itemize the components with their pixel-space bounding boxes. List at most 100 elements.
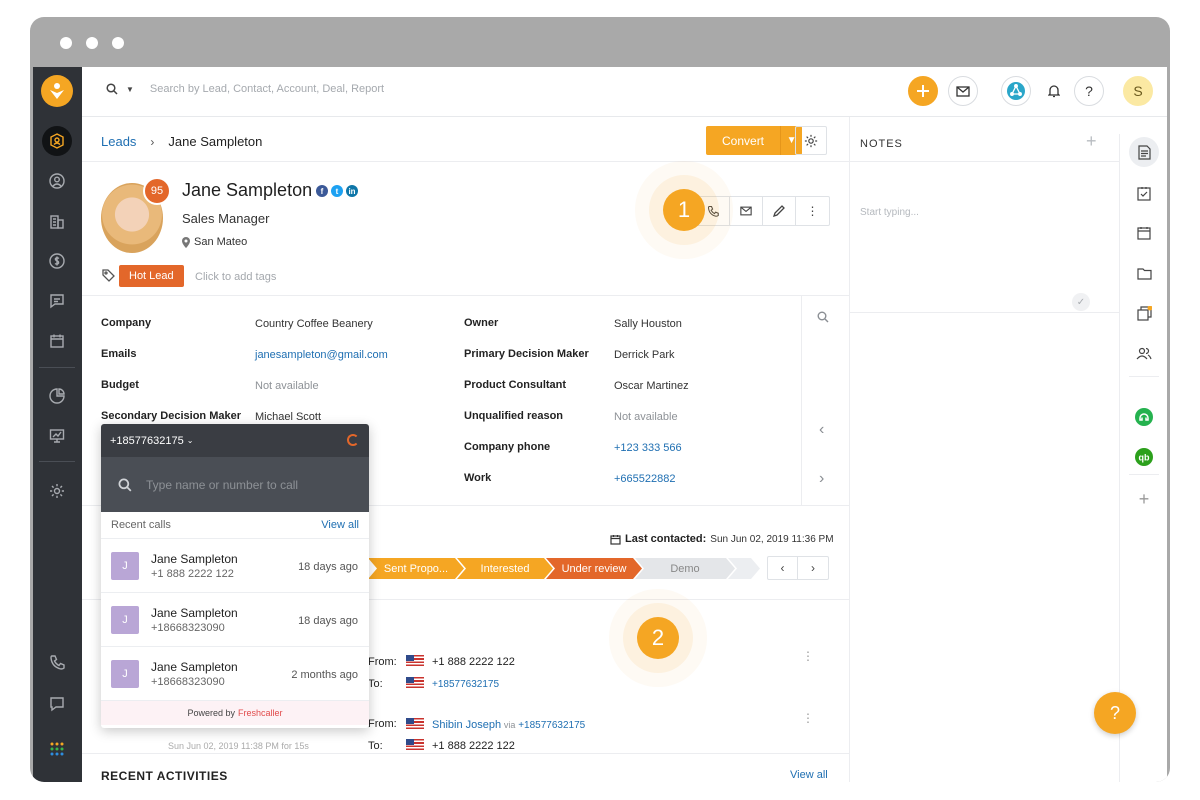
chevron-right-icon[interactable]: › bbox=[819, 470, 824, 488]
leads-nav-icon[interactable] bbox=[42, 126, 72, 156]
add-tags-input[interactable]: Click to add tags bbox=[195, 271, 276, 283]
lead-settings-button[interactable] bbox=[795, 126, 827, 155]
add-note-icon[interactable]: + bbox=[1086, 131, 1097, 152]
save-note-check-icon[interactable]: ✓ bbox=[1072, 293, 1090, 311]
analytics-nav-icon[interactable] bbox=[42, 421, 72, 451]
pipeline-stage[interactable]: Demo bbox=[635, 558, 735, 579]
breadcrumb-current: Jane Sampleton bbox=[168, 134, 263, 149]
search-input[interactable]: Search by Lead, Contact, Account, Deal, … bbox=[150, 83, 384, 95]
tour-step-2-badge[interactable]: 2 bbox=[637, 617, 679, 659]
last-contacted: Last contacted: Sun Jun 02, 2019 11:36 P… bbox=[610, 533, 834, 545]
conversations-nav-icon[interactable] bbox=[42, 286, 72, 316]
pipeline-prev-icon[interactable]: ‹ bbox=[768, 557, 798, 579]
field-value-email[interactable]: janesampleton@gmail.com bbox=[255, 349, 388, 361]
recent-call-item[interactable]: J Jane Sampleton +18668323090 18 days ago bbox=[101, 593, 369, 647]
chevron-left-icon[interactable]: ‹ bbox=[819, 421, 824, 439]
integrations-button[interactable] bbox=[1001, 76, 1031, 106]
apps-grid-icon[interactable] bbox=[42, 734, 72, 764]
field-value-primary-decision-maker[interactable]: Derrick Park bbox=[614, 349, 675, 361]
deals-nav-icon[interactable] bbox=[42, 246, 72, 276]
notes-input[interactable]: Start typing... bbox=[860, 207, 919, 218]
recent-calls-header: Recent calls View all bbox=[101, 512, 369, 539]
recent-calls-view-all-link[interactable]: View all bbox=[321, 519, 359, 531]
contact-avatar: J bbox=[111, 659, 139, 688]
accounts-nav-icon[interactable] bbox=[42, 206, 72, 236]
notifications-button[interactable] bbox=[1039, 76, 1069, 106]
appointments-tab-icon[interactable] bbox=[1133, 222, 1155, 244]
calendar-nav-icon[interactable] bbox=[42, 326, 72, 356]
email-button[interactable] bbox=[948, 76, 978, 106]
call-log-more-icon[interactable]: ⋮ bbox=[802, 649, 814, 663]
freshcaller-link[interactable]: Freshcaller bbox=[238, 708, 283, 718]
phone-icon bbox=[707, 205, 719, 217]
facebook-icon[interactable]: f bbox=[316, 185, 328, 197]
chevron-down-icon[interactable]: ⌄ bbox=[187, 436, 194, 445]
help-button[interactable]: ? bbox=[1074, 76, 1104, 106]
settings-nav-icon[interactable] bbox=[42, 476, 72, 506]
lead-job-title: Sales Manager bbox=[182, 211, 270, 226]
recent-call-item[interactable]: J Jane Sampleton +1 888 2222 122 18 days … bbox=[101, 539, 369, 593]
field-value-unqualified-reason[interactable]: Not available bbox=[614, 411, 678, 423]
lead-action-bar: ⋮ bbox=[696, 196, 830, 226]
search-icon bbox=[118, 478, 132, 491]
field-value-company-phone[interactable]: +123 333 566 bbox=[614, 442, 682, 454]
app-logo-icon[interactable] bbox=[41, 75, 73, 107]
send-email-button[interactable] bbox=[730, 197, 763, 225]
window-controls bbox=[60, 37, 124, 49]
field-label: Product Consultant bbox=[464, 379, 567, 391]
field-value-secondary-decision-maker[interactable]: Michael Scott bbox=[255, 411, 321, 423]
chat-nav-icon[interactable] bbox=[42, 689, 72, 719]
recent-call-item[interactable]: J Jane Sampleton +18668323090 2 months ag… bbox=[101, 647, 369, 701]
field-label: Company phone bbox=[464, 441, 551, 453]
field-value-company[interactable]: Country Coffee Beanery bbox=[255, 318, 373, 330]
breadcrumb-leads-link[interactable]: Leads bbox=[101, 134, 136, 149]
hot-lead-tag[interactable]: Hot Lead bbox=[119, 265, 184, 287]
contacts-tab-icon[interactable] bbox=[1133, 342, 1155, 364]
lead-name: Jane Sampleton bbox=[182, 180, 313, 200]
field-value-product-consultant[interactable]: Oscar Martinez bbox=[614, 380, 689, 392]
more-options-button[interactable]: ⋮ bbox=[796, 197, 829, 225]
breadcrumb: Leads › Jane Sampleton bbox=[101, 134, 262, 149]
field-label: Secondary Decision Maker bbox=[101, 410, 242, 422]
phone-nav-icon[interactable] bbox=[42, 647, 72, 677]
field-value-owner[interactable]: Sally Houston bbox=[614, 318, 682, 330]
pipeline-next-icon[interactable]: › bbox=[798, 557, 828, 579]
call-log-more-icon[interactable]: ⋮ bbox=[802, 711, 814, 725]
quick-add-button[interactable] bbox=[908, 76, 938, 106]
contacts-nav-icon[interactable] bbox=[42, 166, 72, 196]
deals-tab-icon[interactable] bbox=[1133, 302, 1155, 324]
calendar-icon bbox=[610, 534, 621, 545]
tour-step-1-badge[interactable]: 1 bbox=[663, 189, 705, 231]
field-label: Budget bbox=[101, 379, 139, 391]
global-search[interactable]: ▼ Search by Lead, Contact, Account, Deal… bbox=[106, 83, 384, 95]
pipeline-stage[interactable]: Sent Propo... bbox=[368, 558, 464, 579]
quickbooks-app-icon[interactable]: qb bbox=[1133, 446, 1155, 468]
field-search-icon[interactable] bbox=[817, 311, 829, 326]
reports-nav-icon[interactable] bbox=[42, 381, 72, 411]
edit-button[interactable] bbox=[763, 197, 796, 225]
dialer-number-select[interactable]: +18577632175 bbox=[110, 435, 184, 447]
dialer-search-input[interactable]: Type name or number to call bbox=[146, 478, 298, 492]
field-value-budget[interactable]: Not available bbox=[255, 380, 319, 392]
user-avatar[interactable]: S bbox=[1123, 76, 1153, 106]
recent-activities-view-all-link[interactable]: View all bbox=[790, 769, 828, 781]
gear-icon bbox=[804, 134, 818, 147]
pipeline-stage[interactable]: Interested bbox=[457, 558, 553, 579]
pipeline-stage-current[interactable]: Under review bbox=[546, 558, 642, 579]
twitter-icon[interactable]: t bbox=[331, 185, 343, 197]
recent-activities-title: RECENT ACTIVITIES bbox=[101, 769, 228, 782]
freshcaller-logo-icon bbox=[347, 434, 359, 446]
field-value-work[interactable]: +665522882 bbox=[614, 473, 675, 485]
help-fab-button[interactable]: ? bbox=[1094, 692, 1136, 734]
chevron-down-icon[interactable]: ▼ bbox=[126, 85, 134, 94]
field-label: Work bbox=[464, 472, 492, 484]
tasks-tab-icon[interactable] bbox=[1133, 182, 1155, 204]
linkedin-icon[interactable]: in bbox=[346, 185, 358, 197]
convert-button[interactable]: Convert ▼ bbox=[706, 126, 803, 155]
field-label: Primary Decision Maker bbox=[464, 348, 589, 360]
files-tab-icon[interactable] bbox=[1133, 262, 1155, 284]
notes-tab-icon[interactable] bbox=[1129, 137, 1159, 167]
freshdesk-app-icon[interactable] bbox=[1133, 406, 1155, 428]
add-app-icon[interactable]: + bbox=[1133, 488, 1155, 510]
dialer-search[interactable]: Type name or number to call bbox=[101, 457, 369, 512]
